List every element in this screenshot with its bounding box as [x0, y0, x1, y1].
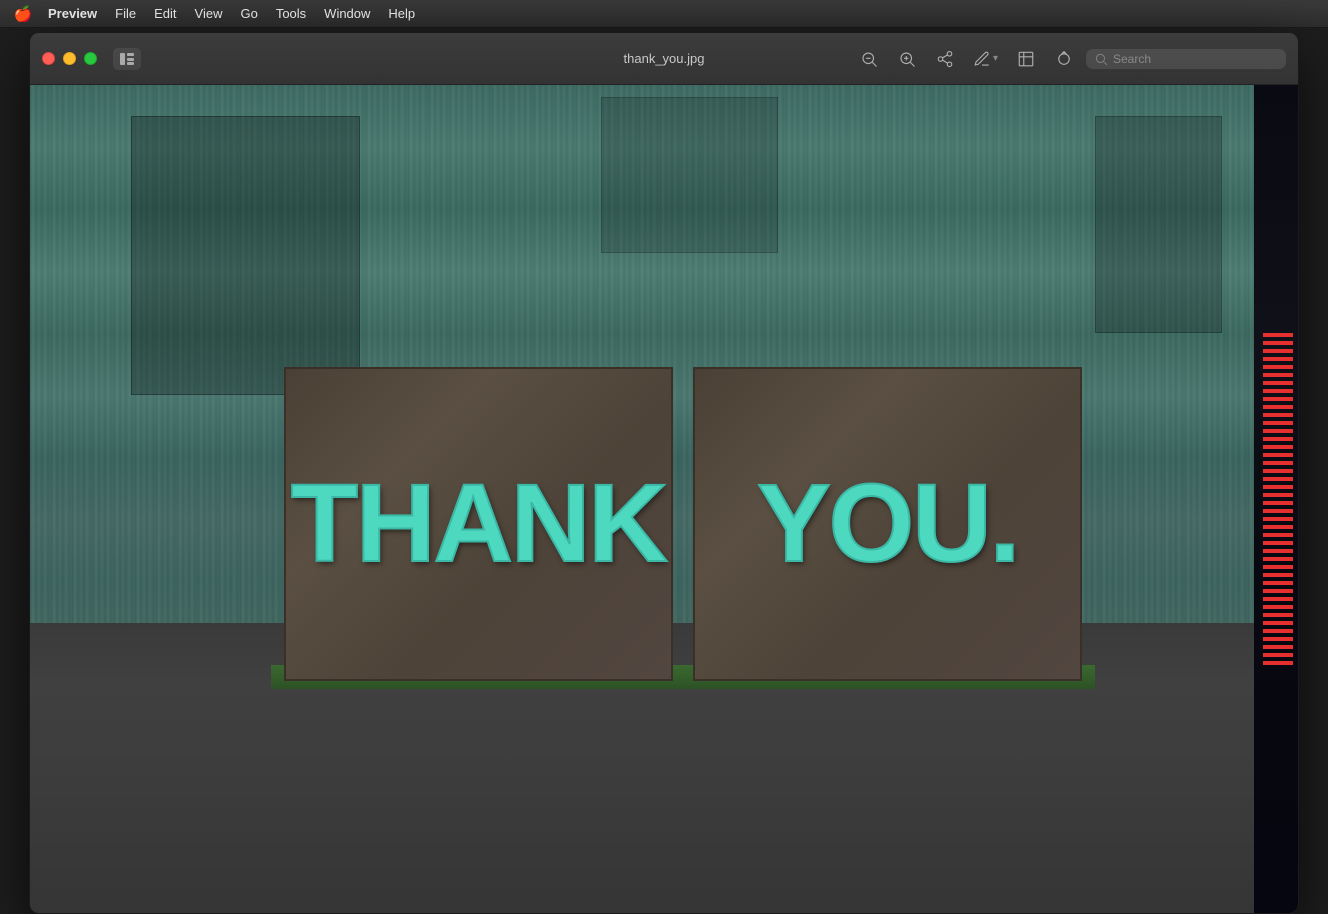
wall-patch-left	[131, 116, 359, 395]
menu-file[interactable]: File	[107, 4, 144, 23]
zoom-in-button[interactable]	[891, 43, 923, 75]
photo-scene: THANK YOU.	[30, 85, 1298, 913]
zoom-out-button[interactable]	[853, 43, 885, 75]
sidebar-toggle-button[interactable]	[113, 48, 141, 70]
menu-help[interactable]: Help	[380, 4, 423, 23]
sidebar-icon	[119, 51, 135, 67]
apple-menu[interactable]: 🍎	[8, 0, 38, 28]
menu-view[interactable]: View	[187, 4, 231, 23]
preview-window: thank_you.jpg	[29, 32, 1299, 914]
menu-bar: 🍎 Preview File Edit View Go Tools Window…	[0, 0, 1328, 28]
menu-tools[interactable]: Tools	[268, 4, 314, 23]
sign-board-thank: THANK	[284, 367, 673, 682]
menu-edit[interactable]: Edit	[146, 4, 184, 23]
search-input[interactable]	[1113, 52, 1273, 66]
menu-go[interactable]: Go	[232, 4, 265, 23]
maximize-button[interactable]	[84, 52, 97, 65]
share-icon	[936, 50, 954, 68]
wall-patch-right	[1095, 116, 1222, 333]
sign-board-you: YOU.	[693, 367, 1082, 682]
share-button[interactable]	[929, 43, 961, 75]
traffic-lights	[42, 52, 97, 65]
search-bar	[1086, 49, 1286, 69]
markup-button[interactable]: ▾	[967, 46, 1004, 72]
crop-button[interactable]	[1010, 43, 1042, 75]
title-bar: thank_you.jpg	[30, 33, 1298, 85]
toolbar-actions: ▾	[853, 43, 1286, 75]
rotate-button[interactable]	[1048, 43, 1080, 75]
zoom-in-icon	[898, 50, 916, 68]
minimize-button[interactable]	[63, 52, 76, 65]
wall-patch-center	[601, 97, 779, 252]
sign-area: THANK YOU.	[284, 367, 1083, 682]
right-edge-overlay	[1254, 85, 1298, 913]
search-icon	[1094, 52, 1108, 66]
menu-preview[interactable]: Preview	[40, 4, 105, 23]
apple-icon: 🍎	[14, 5, 33, 23]
markup-icon	[973, 50, 991, 68]
you-text: YOU.	[757, 460, 1018, 587]
rotate-icon	[1055, 50, 1073, 68]
crop-icon	[1017, 50, 1035, 68]
zoom-out-icon	[860, 50, 878, 68]
markup-chevron-icon: ▾	[993, 53, 998, 64]
image-container: THANK YOU.	[30, 85, 1298, 913]
right-edge-dots	[1263, 333, 1293, 664]
thank-text: THANK	[291, 460, 666, 587]
window-title: thank_you.jpg	[624, 51, 705, 66]
menu-window[interactable]: Window	[316, 4, 378, 23]
close-button[interactable]	[42, 52, 55, 65]
